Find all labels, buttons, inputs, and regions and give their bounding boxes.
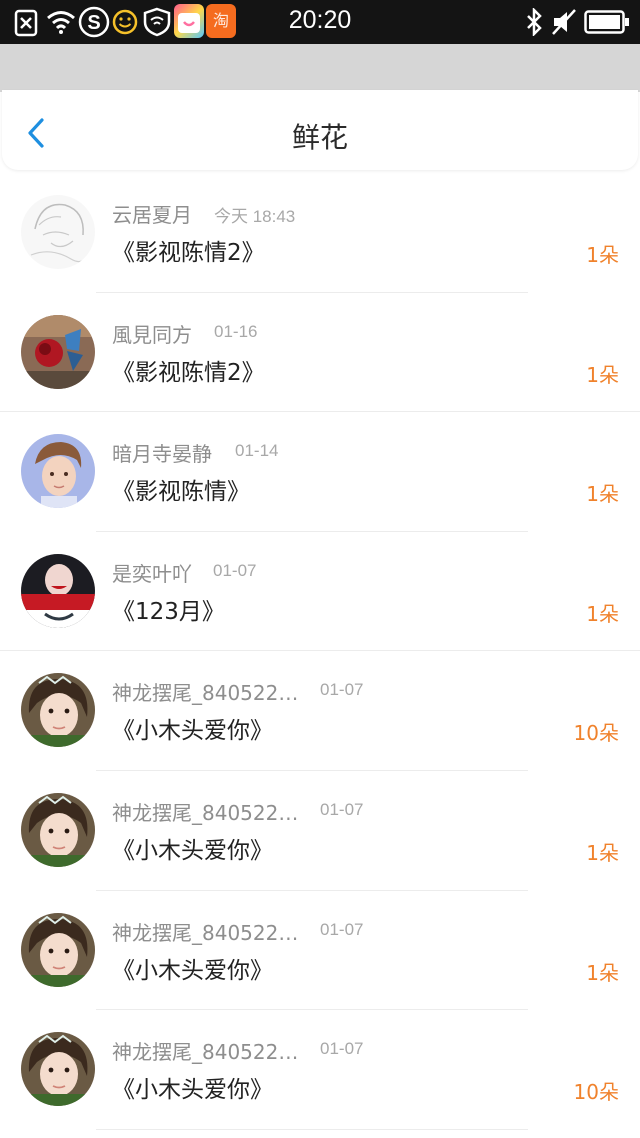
list-item[interactable]: 云居夏月 今天 18:43 《影视陈情2》 1朵 [0,173,640,293]
divider [96,1128,528,1130]
avatar[interactable] [21,1032,95,1107]
flower-count: 1朵 [586,362,619,387]
send-time: 01-16 [214,321,258,341]
work-title: 《小木头爱你》 [112,1077,273,1104]
avatar[interactable] [21,434,95,509]
sender-name: 風見同方 [112,322,192,347]
sender-name: 神龙摆尾_840522… [112,1040,299,1065]
nav-bar: 鲜花 [2,90,638,170]
flower-count: 10朵 [573,721,619,746]
sender-name: 神龙摆尾_840522… [112,920,299,945]
flower-gift-list: 云居夏月 今天 18:43 《影视陈情2》 1朵 風見同方 01-16 《影视陈… [0,173,640,1130]
list-item[interactable]: 神龙摆尾_840522… 01-07 《小木头爱你》 10朵 [0,1010,640,1130]
sender-name: 神龙摆尾_840522… [112,681,299,706]
work-title: 《123月》 [112,598,225,625]
sender-name: 神龙摆尾_840522… [112,800,299,825]
sender-name: 暗月寺晏静 [112,442,212,467]
work-title: 《影视陈情2》 [112,240,265,266]
work-title: 《小木头爱你》 [112,957,273,984]
list-item[interactable]: 神龙摆尾_840522… 01-07 《小木头爱你》 1朵 [0,891,640,1011]
send-time: 01-07 [320,1039,364,1059]
avatar[interactable] [21,195,95,269]
list-item[interactable]: 神龙摆尾_840522… 01-07 《小木头爱你》 10朵 [0,651,640,771]
avatar[interactable] [21,912,95,987]
flower-count: 1朵 [586,243,619,267]
list-item[interactable]: 暗月寺晏静 01-14 《影视陈情》 1朵 [0,412,640,532]
avatar[interactable] [21,792,95,867]
send-time: 01-14 [235,441,279,461]
flower-count: 1朵 [586,840,619,865]
avatar[interactable] [21,673,95,748]
flower-count: 1朵 [586,482,619,507]
battery-icon [584,10,629,34]
status-bar: S 淘 20:20 [0,0,640,44]
flower-count: 1朵 [586,601,619,626]
send-time: 01-07 [320,680,364,700]
flower-count: 1朵 [586,960,619,985]
bluetooth-icon [527,8,542,36]
work-title: 《影视陈情》 [112,479,250,506]
work-title: 《影视陈情2》 [112,359,265,386]
avatar[interactable] [21,314,95,389]
list-item[interactable]: 是奕叶吖 01-07 《123月》 1朵 [0,532,640,652]
send-time: 今天 18:43 [214,207,296,226]
flower-count: 10朵 [573,1080,619,1105]
page-title: 鲜花 [291,121,348,154]
list-item[interactable]: 神龙摆尾_840522… 01-07 《小木头爱你》 1朵 [0,771,640,891]
send-time: 01-07 [320,799,364,819]
sender-name: 云居夏月 [112,203,192,227]
sender-name: 是奕叶吖 [112,561,192,586]
list-item[interactable]: 風見同方 01-16 《影视陈情2》 1朵 [0,293,640,413]
status-time: 20:20 [288,6,352,34]
work-title: 《小木头爱你》 [112,837,273,864]
send-time: 01-07 [213,560,257,580]
send-time: 01-07 [320,919,364,939]
banner-band [0,44,640,92]
mute-icon [552,9,576,35]
avatar[interactable] [21,553,95,628]
work-title: 《小木头爱你》 [112,718,273,745]
